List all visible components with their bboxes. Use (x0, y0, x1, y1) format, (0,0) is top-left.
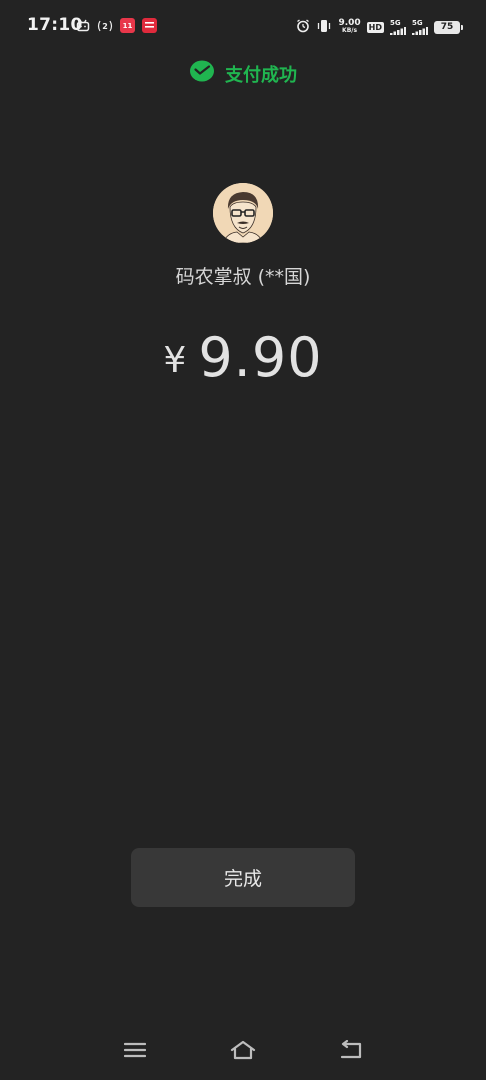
alarm-icon (296, 18, 310, 37)
status-bar: 17:10 2 11 9.00 KB/s HD 5G 5G 75 (0, 0, 486, 54)
home-icon (230, 1040, 256, 1060)
sim2-signal: 5G (412, 18, 428, 35)
menu-icon (124, 1042, 146, 1058)
home-button[interactable] (229, 1038, 257, 1062)
status-time: 17:10 (27, 15, 83, 35)
payee-avatar (213, 183, 273, 243)
bilibili-icon (76, 18, 90, 37)
payment-success-title: 支付成功 (225, 65, 297, 86)
notification-icons: 2 11 (76, 17, 157, 37)
payee-name: 码农掌叔 (**国) (175, 266, 311, 288)
sim1-label: 5G (390, 18, 401, 27)
battery-icon: 75 (434, 20, 463, 34)
network-speed-unit: KB/s (342, 27, 358, 34)
system-status-icons: 9.00 KB/s HD 5G 5G 75 (296, 16, 463, 38)
payment-header: 支付成功 (0, 58, 486, 90)
hd-label: HD (366, 21, 384, 33)
network-speed-value: 9.00 (338, 18, 361, 28)
svg-text:2: 2 (102, 22, 108, 31)
sim1-signal: 5G (390, 18, 406, 35)
payment-amount: ¥ 9.90 (0, 326, 486, 389)
vibrate-icon (316, 18, 332, 37)
app-badge-double11-icon: 11 (120, 17, 135, 37)
network-speed: 9.00 KB/s (338, 19, 360, 35)
hd-icon: HD (366, 21, 384, 33)
hotspot-icon: 2 (97, 18, 113, 37)
back-button[interactable] (337, 1038, 365, 1062)
sim1-signal-bars-icon (390, 26, 406, 35)
app-badge-tmall-icon (142, 17, 157, 37)
payee-avatar-illustration (213, 183, 273, 243)
back-icon (340, 1040, 362, 1059)
menu-button[interactable] (121, 1038, 149, 1062)
amount-value: 9.90 (198, 326, 323, 389)
wechat-pay-icon (189, 60, 215, 88)
sim2-signal-bars-icon (412, 26, 428, 35)
currency-symbol: ¥ (163, 340, 187, 381)
done-button[interactable]: 完成 (131, 848, 355, 907)
system-navigation-bar (0, 1030, 486, 1070)
sim2-label: 5G (412, 18, 423, 27)
svg-text:11: 11 (123, 22, 133, 30)
battery-level: 75 (440, 22, 454, 32)
